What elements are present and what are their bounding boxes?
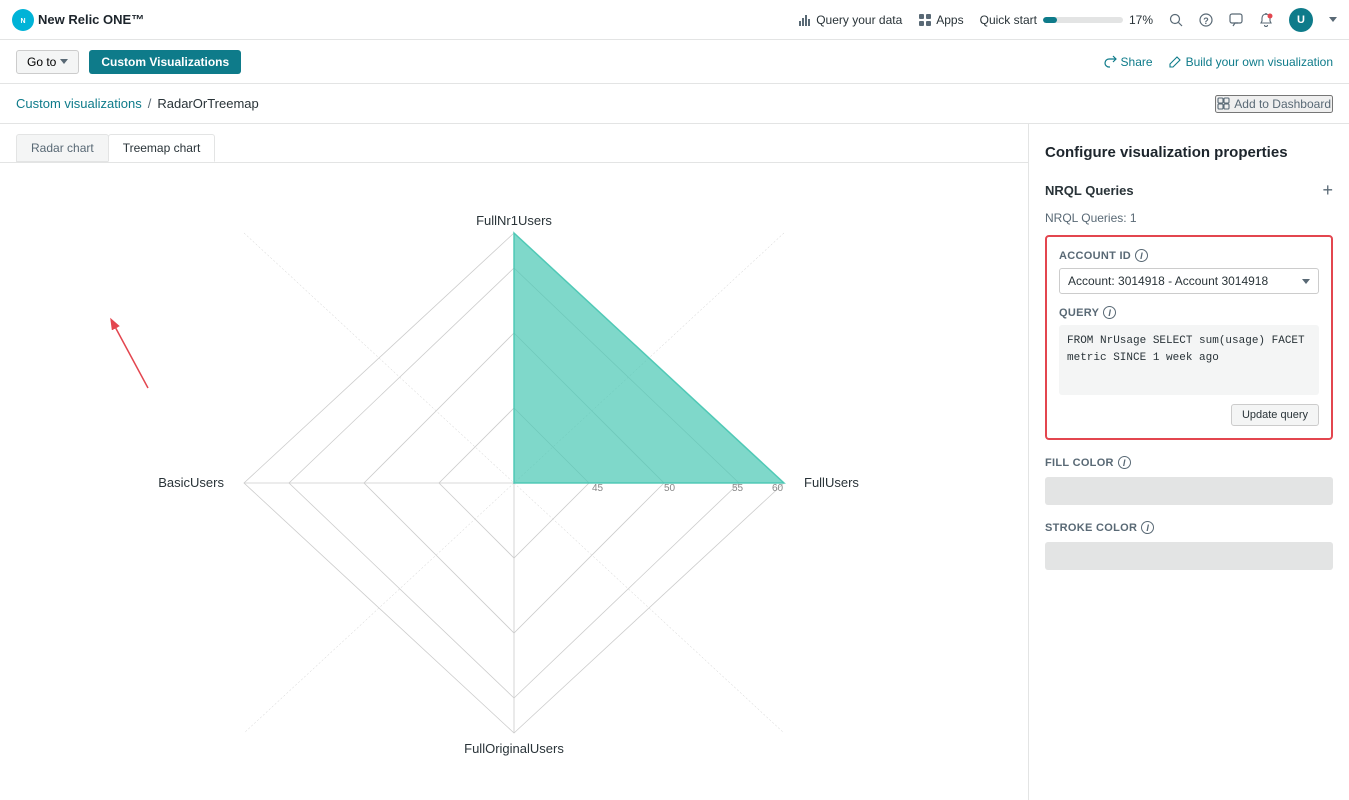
dashboard-icon (1217, 97, 1230, 110)
quick-start-progress[interactable]: Quick start 17% (980, 13, 1153, 27)
nr-logo: N New Relic ONE™ (12, 9, 144, 31)
nrql-section-title: NRQL Queries (1045, 183, 1134, 198)
query-data-label: Query your data (816, 13, 902, 27)
svg-text:FullNr1Users: FullNr1Users (476, 213, 552, 228)
help-icon[interactable]: ? (1199, 13, 1213, 27)
share-button[interactable]: Share (1104, 55, 1153, 69)
top-nav: N New Relic ONE™ Query your data Apps (0, 0, 1349, 40)
breadcrumb: Custom visualizations / RadarOrTreemap (16, 96, 259, 111)
app-name: New Relic ONE™ (38, 12, 144, 27)
progress-pct: 17% (1129, 13, 1153, 27)
go-to-chevron-icon (60, 59, 68, 64)
top-nav-left: N New Relic ONE™ (12, 9, 144, 31)
add-dashboard-label: Add to Dashboard (1234, 97, 1331, 111)
chart-icon (798, 13, 812, 27)
tab-treemap-chart[interactable]: Treemap chart (108, 134, 216, 162)
build-viz-button[interactable]: Build your own visualization (1169, 55, 1333, 69)
bell-icon[interactable] (1259, 13, 1273, 27)
queries-count: NRQL Queries: 1 (1045, 211, 1333, 225)
query-textarea[interactable]: FROM NrUsage SELECT sum(usage) FACET met… (1059, 325, 1319, 395)
breadcrumb-separator: / (148, 96, 152, 111)
chat-icon[interactable] (1229, 13, 1243, 27)
chevron-down-icon[interactable] (1329, 17, 1337, 22)
stroke-color-section: Stroke color i (1045, 521, 1333, 570)
breadcrumb-bar: Custom visualizations / RadarOrTreemap A… (0, 84, 1349, 124)
custom-visualizations-button[interactable]: Custom Visualizations (89, 50, 241, 74)
secondary-nav-right: Share Build your own visualization (1104, 55, 1333, 69)
go-to-label: Go to (27, 55, 56, 69)
svg-text:FullUsers: FullUsers (804, 475, 859, 490)
nr-logo-icon: N (12, 9, 34, 31)
apps-link[interactable]: Apps (918, 13, 963, 27)
quick-start-label: Quick start (980, 13, 1037, 27)
svg-text:60: 60 (772, 483, 784, 494)
add-query-button[interactable]: + (1322, 181, 1333, 199)
chart-tabs: Radar chart Treemap chart (0, 124, 1028, 163)
apps-label: Apps (936, 13, 963, 27)
build-viz-label: Build your own visualization (1186, 55, 1333, 69)
secondary-nav-left: Go to Custom Visualizations (16, 50, 241, 74)
secondary-nav: Go to Custom Visualizations Share Build … (0, 40, 1349, 84)
svg-text:50: 50 (664, 483, 676, 494)
top-nav-right: Query your data Apps Quick start 17% ? (798, 8, 1337, 32)
nrql-section-header: NRQL Queries + (1045, 181, 1333, 199)
update-query-row: Update query (1059, 404, 1319, 426)
account-id-info-icon[interactable]: i (1135, 249, 1148, 262)
account-select[interactable]: Account: 3014918 - Account 3014918 (1059, 268, 1319, 294)
stroke-color-info-icon[interactable]: i (1141, 521, 1154, 534)
avatar[interactable]: U (1289, 8, 1313, 32)
update-query-button[interactable]: Update query (1231, 404, 1319, 426)
main-layout: Radar chart Treemap chart (0, 124, 1349, 800)
progress-track (1043, 17, 1123, 23)
chart-area: Radar chart Treemap chart (0, 124, 1029, 800)
tab-radar-chart[interactable]: Radar chart (16, 134, 109, 162)
radar-chart-svg: 45 50 55 60 FullNr1Users FullUsers FullO… (124, 173, 904, 793)
panel-title: Configure visualization properties (1045, 144, 1333, 161)
apps-icon (918, 13, 932, 27)
share-icon (1104, 55, 1117, 68)
svg-text:55: 55 (732, 483, 744, 494)
fill-color-info-icon[interactable]: i (1118, 456, 1131, 469)
chart-content: 45 50 55 60 FullNr1Users FullUsers FullO… (0, 173, 1028, 800)
query-card: Account ID i Account: 3014918 - Account … (1045, 235, 1333, 440)
svg-text:?: ? (1203, 16, 1209, 26)
share-label: Share (1121, 55, 1153, 69)
breadcrumb-current: RadarOrTreemap (157, 96, 258, 111)
search-icon[interactable] (1169, 13, 1183, 27)
go-to-button[interactable]: Go to (16, 50, 79, 74)
stroke-color-input[interactable] (1045, 542, 1333, 570)
progress-fill (1043, 17, 1057, 23)
query-your-data-link[interactable]: Query your data (798, 13, 902, 27)
query-label: Query i (1059, 306, 1319, 319)
query-info-icon[interactable]: i (1103, 306, 1116, 319)
add-to-dashboard-button[interactable]: Add to Dashboard (1215, 95, 1333, 113)
fill-color-input[interactable] (1045, 477, 1333, 505)
custom-viz-label: Custom Visualizations (101, 55, 229, 69)
stroke-color-label: Stroke color i (1045, 521, 1333, 534)
svg-text:N: N (20, 18, 25, 25)
svg-text:FullOriginalUsers: FullOriginalUsers (464, 741, 564, 756)
breadcrumb-parent-link[interactable]: Custom visualizations (16, 96, 142, 111)
right-panel: Configure visualization properties NRQL … (1029, 124, 1349, 800)
svg-text:BasicUsers: BasicUsers (158, 475, 224, 490)
build-viz-icon (1169, 55, 1182, 68)
fill-color-label: Fill color i (1045, 456, 1333, 469)
svg-text:45: 45 (592, 483, 604, 494)
fill-color-section: Fill color i (1045, 456, 1333, 505)
account-id-label: Account ID i (1059, 249, 1319, 262)
